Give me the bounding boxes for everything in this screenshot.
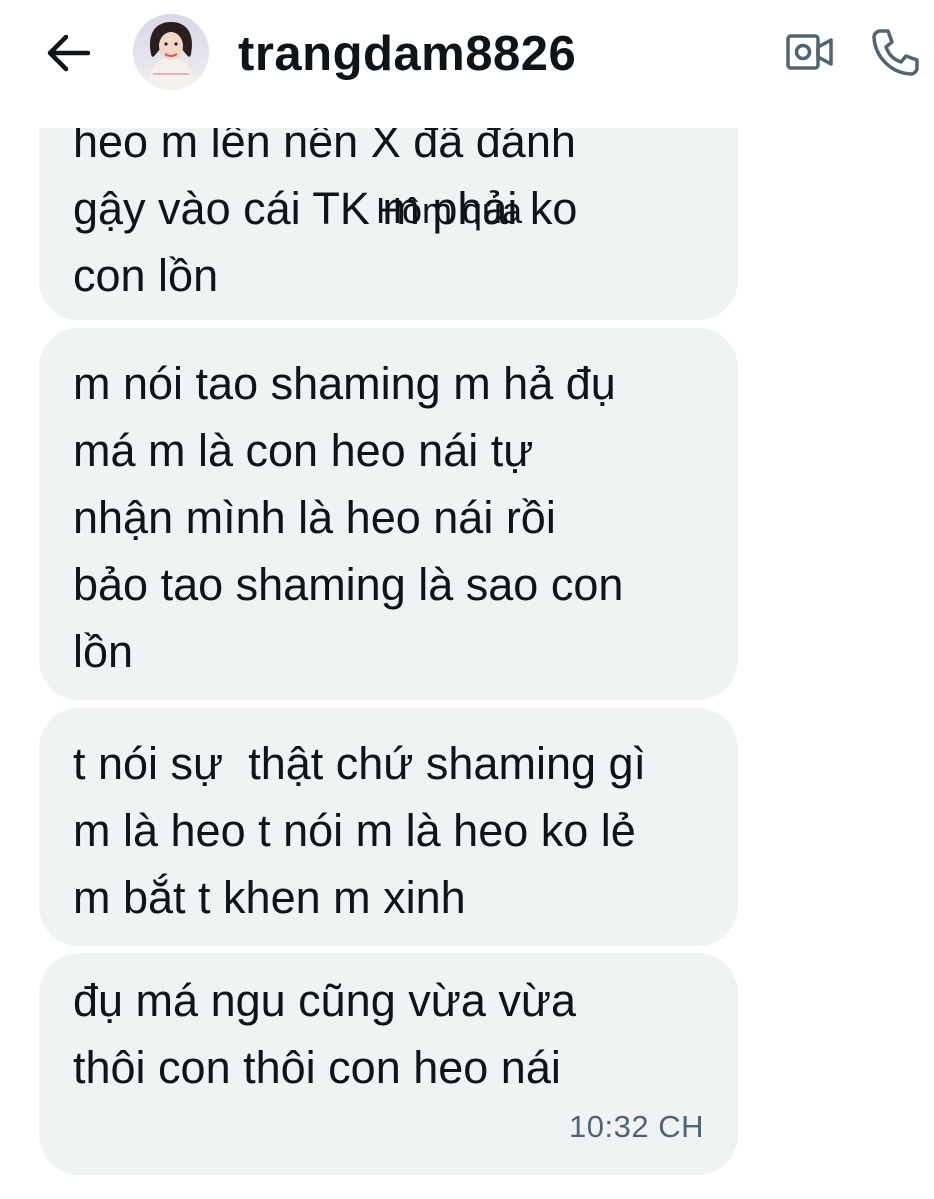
date-separator: Hôm qua [376,190,523,231]
dm-conversation-screen: heo m lên nên X đã đánh gậy vào cái TK m… [0,0,934,1199]
avatar[interactable] [133,14,209,90]
arrow-left-icon [47,34,90,72]
conversation-header: trangdam8826 [0,0,934,128]
message-text: t nói sự thật chứ shaming gì m là heo t … [73,738,647,923]
message-bubble[interactable]: m nói tao shaming m hả đụ má m là con he… [39,328,738,700]
message-text: đụ má ngu cũng vừa vừa thôi con thôi con… [73,975,577,1093]
message-timestamp: 10:32 CH [569,1109,704,1144]
conversation-username[interactable]: trangdam8826 [238,24,576,84]
message-bubble[interactable]: đụ má ngu cũng vừa vừa thôi con thôi con… [39,953,738,1175]
video-call-button[interactable] [782,28,838,76]
profile-photo-icon [133,14,209,90]
back-button[interactable] [40,26,94,80]
voice-call-button[interactable] [866,24,924,80]
video-camera-icon [786,34,833,70]
message-bubble[interactable]: t nói sự thật chứ shaming gì m là heo t … [39,708,738,946]
message-text: m nói tao shaming m hả đụ má m là con he… [73,358,624,677]
phone-icon [872,29,919,76]
